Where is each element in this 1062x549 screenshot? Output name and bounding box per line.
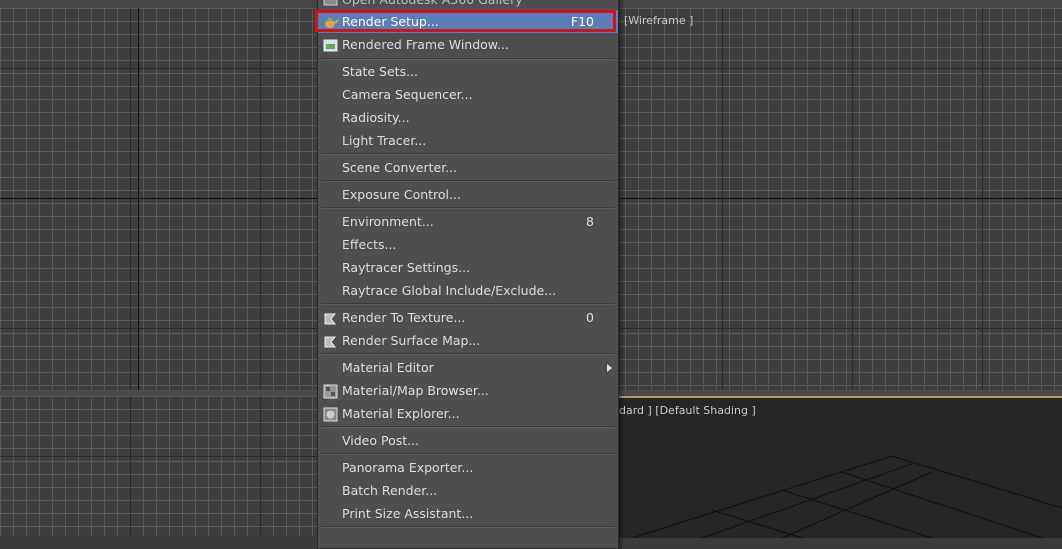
menu-item-material-editor[interactable]: Material Editor: [318, 356, 618, 379]
viewport-top-right[interactable]: [Wireframe ]: [612, 8, 1062, 390]
submenu-arrow-icon: [607, 364, 612, 372]
y-axis-line: [138, 8, 139, 390]
menu-item-camera-sequencer[interactable]: Camera Sequencer...: [318, 83, 618, 106]
viewport-perspective[interactable]: ndard ] [Default Shading ]: [612, 396, 1062, 538]
menu-item-raytracer-settings[interactable]: Raytracer Settings...: [318, 256, 618, 279]
material-browser-icon: [323, 383, 338, 399]
menu-item-exposure-control[interactable]: Exposure Control...: [318, 183, 618, 206]
menu-item-scene-converter[interactable]: Scene Converter...: [318, 156, 618, 179]
gallery-icon: [323, 0, 338, 7]
menu-item-material-map-browser[interactable]: Material/Map Browser...: [318, 379, 618, 402]
menu-separator: [321, 303, 615, 305]
menu-item-render-surface-map[interactable]: Render Surface Map...: [318, 329, 618, 352]
menu-item-radiosity[interactable]: Radiosity...: [318, 106, 618, 129]
menu-item-rendered-frame-window[interactable]: Rendered Frame Window...: [318, 33, 618, 56]
menu-item-environment[interactable]: Environment... 8: [318, 210, 618, 233]
menu-item-raytrace-global-include-exclude[interactable]: Raytrace Global Include/Exclude...: [318, 279, 618, 302]
menu-item-panorama-exporter[interactable]: Panorama Exporter...: [318, 456, 618, 479]
menu-item-print-size-assistant[interactable]: Print Size Assistant...: [318, 502, 618, 525]
rendering-menu: Open Autodesk A360 Gallery Render Setup.…: [317, 0, 619, 549]
viewport-label-wireframe[interactable]: [Wireframe ]: [624, 14, 693, 27]
menu-item-effects[interactable]: Effects...: [318, 233, 618, 256]
menu-separator: [321, 426, 615, 428]
render-to-texture-icon: [323, 310, 338, 325]
menu-separator: [321, 453, 615, 455]
x-axis-line-right: [612, 198, 1062, 199]
menu-item-light-tracer[interactable]: Light Tracer...: [318, 129, 618, 152]
menu-item-video-post[interactable]: Video Post...: [318, 429, 618, 452]
menu-item-batch-render[interactable]: Batch Render...: [318, 479, 618, 502]
frame-window-icon: [323, 37, 338, 52]
menu-item-label: Rendered Frame Window...: [342, 37, 509, 52]
menu-separator: [321, 180, 615, 182]
menu-separator: [321, 153, 615, 155]
annotation-highlight-box: [315, 10, 616, 32]
menu-item-state-sets[interactable]: State Sets...: [318, 60, 618, 83]
menu-item-material-explorer[interactable]: Material Explorer...: [318, 402, 618, 425]
menu-item-render-to-texture[interactable]: Render To Texture... 0: [318, 306, 618, 329]
menu-separator: [321, 526, 615, 528]
perspective-grid: [631, 455, 1062, 538]
menu-separator: [321, 207, 615, 209]
menu-separator: [321, 353, 615, 355]
surface-map-icon: [323, 333, 338, 348]
material-explorer-icon: [323, 406, 338, 422]
